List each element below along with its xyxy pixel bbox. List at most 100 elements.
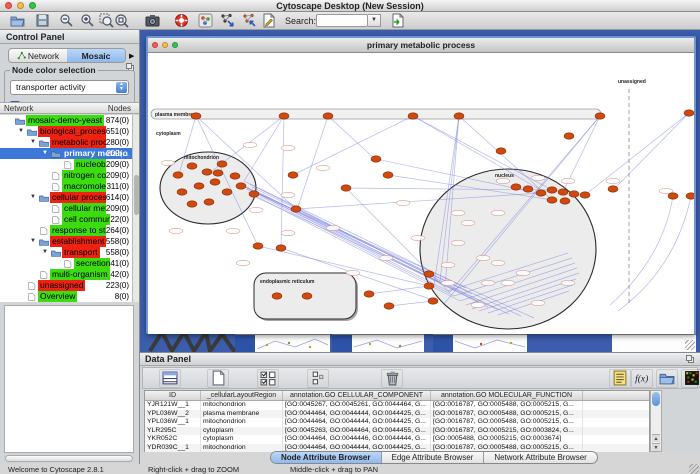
tree-column-header[interactable]: Network Nodes [0, 102, 139, 114]
expand-arrow-icon[interactable]: ▼ [18, 128, 24, 134]
tree-row-primary-metabo[interactable]: ▼primary metabo209(... [0, 148, 132, 159]
help-button[interactable] [172, 13, 190, 29]
expand-arrow-icon[interactable]: ▼ [42, 150, 48, 156]
tree-row-cell-communicat[interactable]: cell communicat22(0) [0, 214, 132, 225]
minimized-window-edge[interactable] [332, 333, 352, 352]
expand-arrow-icon[interactable]: ▼ [30, 139, 36, 145]
table-row-YPL036W__1[interactable]: YPL036W__1mitochondrion[GO:0044464, GO:0… [145, 418, 649, 427]
tree-row-cellular-metabo[interactable]: cellular metabo209(0) [0, 203, 132, 214]
cell: YKR052C [145, 435, 201, 444]
birds-eye-view-panel[interactable] [4, 305, 134, 453]
zoom-fit-button[interactable] [112, 13, 130, 29]
node-color-dropdown[interactable]: transporter activity ▲▼ [10, 80, 129, 95]
tree-row-response-to-stimul[interactable]: response to stimul264(0) [0, 225, 132, 236]
tree-row-overview[interactable]: Overview8(0) [0, 291, 132, 302]
expand-arrow-icon[interactable]: ▼ [42, 249, 48, 255]
dropdown-stepper-icon[interactable]: ▲▼ [116, 82, 127, 93]
svg-text:f(x): f(x) [635, 374, 648, 385]
network-canvas-svg[interactable]: plasma membranecytoplasmmitochondrionnuc… [148, 53, 694, 334]
tree-row-count: 311(0) [106, 181, 129, 192]
tree-row-secretion[interactable]: secretion41(0) [0, 258, 132, 269]
tree-row-mosaic-demo-yeast[interactable]: mosaic-demo-yeast874(0) [0, 115, 132, 126]
column-header-_cellularLayoutRegion[interactable]: _cellularLayoutRegion [201, 391, 283, 400]
snapshot-button[interactable] [143, 13, 161, 29]
attribute-table-header[interactable]: ID_cellularLayoutRegionannotation.GO CEL… [145, 391, 649, 401]
minimized-window-strip[interactable] [255, 333, 330, 352]
node-label [236, 260, 250, 265]
tree-row-unassigned[interactable]: unassigned223(0) [0, 280, 132, 291]
tab-overflow-arrow-icon[interactable]: ▶ [129, 52, 134, 60]
tab-network[interactable]: Network [9, 49, 67, 62]
matrix-button[interactable] [681, 369, 700, 388]
control-panel-hscrollbar[interactable] [5, 455, 133, 462]
network-window-titlebar[interactable]: primary metabolic process [148, 38, 694, 53]
tree-row-metabolic-process[interactable]: ▼metabolic process280(0) [0, 137, 132, 148]
import-network-button[interactable] [388, 13, 406, 29]
tree-row-biological-process[interactable]: ▼biological_process651(0) [0, 126, 132, 137]
minimized-window-strip[interactable] [612, 333, 696, 352]
save-session-button[interactable] [33, 13, 51, 29]
tree-col-network[interactable]: Network [4, 104, 33, 113]
tree-row-transport[interactable]: ▼transport558(0) [0, 247, 132, 258]
node-label [491, 210, 505, 215]
expand-arrow-icon[interactable]: ▼ [30, 238, 36, 244]
table-scrollbar[interactable]: ▲ ▼ [650, 390, 662, 452]
node-label [326, 225, 340, 230]
resize-grip-icon[interactable] [689, 464, 699, 474]
search-input[interactable] [316, 14, 368, 27]
tab-mosaic[interactable]: Mosaic [67, 49, 125, 62]
column-header-ID[interactable]: ID [145, 391, 201, 400]
attribute-table-button[interactable] [159, 369, 181, 388]
network-node [511, 184, 521, 190]
matrix-icon [684, 370, 700, 386]
column-header-annotation.GO MOLECULAR_FUNCTION[interactable]: annotation.GO MOLECULAR_FUNCTION [431, 391, 583, 400]
edge [585, 113, 689, 195]
tab-node-attribute-browser[interactable]: Node Attribute Browser [271, 452, 382, 463]
tree-scrollbar[interactable] [132, 115, 139, 302]
tree-row-cellular-process[interactable]: ▼cellular process614(0) [0, 192, 132, 203]
scroll-up-icon[interactable]: ▲ [652, 434, 660, 442]
attribute-list-button[interactable] [609, 369, 631, 388]
minimized-window-strip[interactable] [453, 333, 527, 352]
tree-row-establishment-of-lo[interactable]: ▼establishment of lo558(0) [0, 236, 132, 247]
scroll-down-icon[interactable]: ▼ [652, 443, 660, 451]
annotation-button[interactable] [259, 13, 277, 29]
minimized-window-strip[interactable] [352, 333, 424, 352]
table-row-YKR052C[interactable]: YKR052Ccytoplasm[GO:0044464, GO:0044446,… [145, 435, 649, 444]
create-view-button[interactable] [218, 13, 236, 29]
expand-arrow-icon[interactable]: ▼ [30, 194, 36, 200]
tree-row-macromolecule[interactable]: macromolecule311(0) [0, 181, 132, 192]
tab-edge-attribute-browser[interactable]: Edge Attribute Browser [382, 452, 485, 463]
network-arrow2-icon [242, 13, 257, 28]
search-dropdown-button[interactable]: ▼ [368, 14, 381, 27]
float-panel-icon[interactable] [686, 355, 695, 364]
vizmapper-button[interactable] [196, 13, 214, 29]
minimized-window-edge[interactable] [433, 333, 453, 352]
import-attributes-button[interactable] [656, 369, 678, 388]
table-row-YJR121W__1[interactable]: YJR121W__1mitochondrion[GO:0045267, GO:0… [145, 401, 649, 410]
table-row-YLR295C[interactable]: YLR295Ccytoplasm[GO:0045263, GO:0044464,… [145, 427, 649, 436]
tree-row-nucleobase-[interactable]: nucleobase-209(0) [0, 159, 132, 170]
zoom-in-button[interactable] [78, 13, 96, 29]
tree-row-multi-organism-pro[interactable]: multi-organism pro42(0) [0, 269, 132, 280]
table-scrollbar-thumb[interactable] [652, 392, 660, 406]
node-label [281, 145, 295, 150]
destroy-view-button[interactable] [240, 13, 258, 29]
new-attribute-button[interactable] [207, 369, 229, 388]
column-header-empty[interactable] [583, 391, 649, 400]
zoom-out-button[interactable] [57, 13, 75, 29]
tree-row-nitrogen-compo[interactable]: nitrogen compo209(0) [0, 170, 132, 181]
tab-network-attribute-browser[interactable]: Network Attribute Browser [484, 452, 596, 463]
select-attributes-button[interactable] [257, 369, 279, 388]
network-view-window[interactable]: primary metabolic process plasma membran… [146, 36, 696, 334]
unselect-attributes-button[interactable] [307, 369, 329, 388]
column-header-annotation.GO CELLULAR_COMPONENT[interactable]: annotation.GO CELLULAR_COMPONENT [283, 391, 431, 400]
tree-col-nodes[interactable]: Nodes [108, 104, 131, 113]
open-session-button[interactable] [8, 13, 26, 29]
table-row-YPL036W__2[interactable]: YPL036W__2plasma membrane[GO:0044464, GO… [145, 410, 649, 419]
minimized-window-edge[interactable] [235, 333, 255, 352]
tree-row-count: 8(0) [115, 291, 129, 302]
function-builder-button[interactable]: f(x) [631, 369, 653, 388]
node-label [496, 178, 510, 183]
delete-attribute-button[interactable] [381, 369, 403, 388]
